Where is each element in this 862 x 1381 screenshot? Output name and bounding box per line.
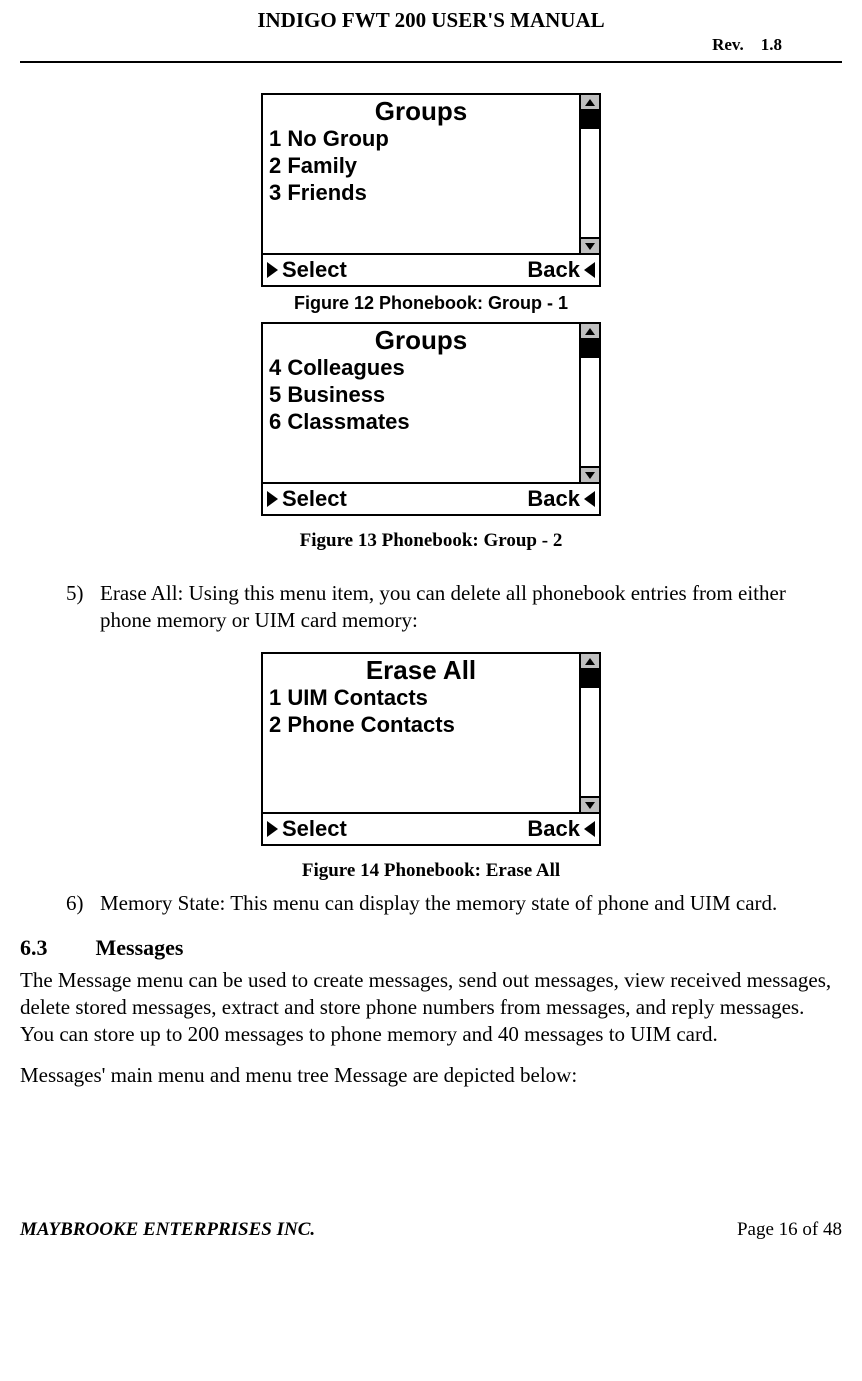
item-number: 6)	[66, 890, 100, 917]
arrow-right-icon	[267, 262, 278, 278]
phone-screen-groups-2: Groups 4 Colleagues 5 Business 6 Classma…	[261, 322, 601, 516]
arrow-right-icon	[267, 491, 278, 507]
list-item[interactable]: 2 Phone Contacts	[269, 711, 573, 738]
scroll-thumb[interactable]	[581, 340, 599, 358]
figure-caption: Figure 14 Phonebook: Erase All	[20, 860, 842, 882]
screen-title: Erase All	[269, 656, 573, 684]
select-softkey[interactable]: Select	[267, 486, 347, 512]
page-header: INDIGO FWT 200 USER'S MANUAL Rev. 1.8	[20, 0, 842, 61]
scrollbar[interactable]	[579, 95, 599, 253]
scroll-up-button[interactable]	[581, 324, 599, 340]
list-item[interactable]: 2 Family	[269, 152, 573, 179]
footer-page-number: Page 16 of 48	[737, 1219, 842, 1241]
section-paragraph: Messages' main menu and menu tree Messag…	[20, 1062, 842, 1089]
scroll-track[interactable]	[581, 670, 599, 796]
back-softkey[interactable]: Back	[527, 486, 595, 512]
scroll-track[interactable]	[581, 340, 599, 466]
back-softkey[interactable]: Back	[527, 257, 595, 283]
scrollbar[interactable]	[579, 654, 599, 812]
arrow-left-icon	[584, 262, 595, 278]
section-number: 6.3	[20, 935, 90, 961]
section-heading: 6.3 Messages	[20, 935, 842, 961]
figure-caption: Figure 13 Phonebook: Group - 2	[20, 530, 842, 552]
rev-value-text: 1.8	[761, 35, 782, 54]
list-item[interactable]: 1 UIM Contacts	[269, 684, 573, 711]
screen-title: Groups	[269, 326, 573, 354]
arrow-down-icon	[585, 472, 595, 479]
numbered-item-6: 6) Memory State: This menu can display t…	[66, 890, 842, 917]
scroll-down-button[interactable]	[581, 237, 599, 253]
footer-company: MAYBROOKE ENTERPRISES INC.	[20, 1219, 315, 1241]
scroll-down-button[interactable]	[581, 796, 599, 812]
list-item[interactable]: 5 Business	[269, 381, 573, 408]
select-softkey[interactable]: Select	[267, 816, 347, 842]
scroll-down-button[interactable]	[581, 466, 599, 482]
back-label: Back	[527, 257, 580, 283]
section-title: Messages	[96, 935, 184, 960]
item-text: Memory State: This menu can display the …	[100, 890, 842, 917]
scroll-up-button[interactable]	[581, 654, 599, 670]
arrow-up-icon	[585, 99, 595, 106]
list-item[interactable]: 6 Classmates	[269, 408, 573, 435]
select-softkey[interactable]: Select	[267, 257, 347, 283]
item-number: 5)	[66, 580, 100, 634]
screen-title: Groups	[269, 97, 573, 125]
section-paragraph: The Message menu can be used to create m…	[20, 967, 842, 1048]
list-item[interactable]: 4 Colleagues	[269, 354, 573, 381]
page-footer: MAYBROOKE ENTERPRISES INC. Page 16 of 48	[0, 1219, 862, 1261]
header-divider	[20, 61, 842, 63]
back-softkey[interactable]: Back	[527, 816, 595, 842]
arrow-right-icon	[267, 821, 278, 837]
rev-label-text: Rev.	[712, 35, 744, 54]
arrow-up-icon	[585, 328, 595, 335]
phone-screen-groups-1: Groups 1 No Group 2 Family 3 Friends Sel…	[261, 93, 601, 287]
manual-title: INDIGO FWT 200 USER'S MANUAL	[20, 8, 842, 33]
arrow-up-icon	[585, 658, 595, 665]
item-text: Erase All: Using this menu item, you can…	[100, 580, 842, 634]
scroll-thumb[interactable]	[581, 111, 599, 129]
back-label: Back	[527, 816, 580, 842]
scroll-up-button[interactable]	[581, 95, 599, 111]
phone-screen-erase-all: Erase All 1 UIM Contacts 2 Phone Contact…	[261, 652, 601, 846]
arrow-down-icon	[585, 802, 595, 809]
scroll-thumb[interactable]	[581, 670, 599, 688]
list-item[interactable]: 1 No Group	[269, 125, 573, 152]
arrow-left-icon	[584, 821, 595, 837]
arrow-left-icon	[584, 491, 595, 507]
scroll-track[interactable]	[581, 111, 599, 237]
revision-label: Rev. 1.8	[20, 35, 842, 55]
scrollbar[interactable]	[579, 324, 599, 482]
arrow-down-icon	[585, 243, 595, 250]
figure-caption: Figure 12 Phonebook: Group - 1	[20, 293, 842, 314]
list-item[interactable]: 3 Friends	[269, 179, 573, 206]
select-label: Select	[282, 257, 347, 283]
select-label: Select	[282, 486, 347, 512]
numbered-item-5: 5) Erase All: Using this menu item, you …	[66, 580, 842, 634]
select-label: Select	[282, 816, 347, 842]
back-label: Back	[527, 486, 580, 512]
